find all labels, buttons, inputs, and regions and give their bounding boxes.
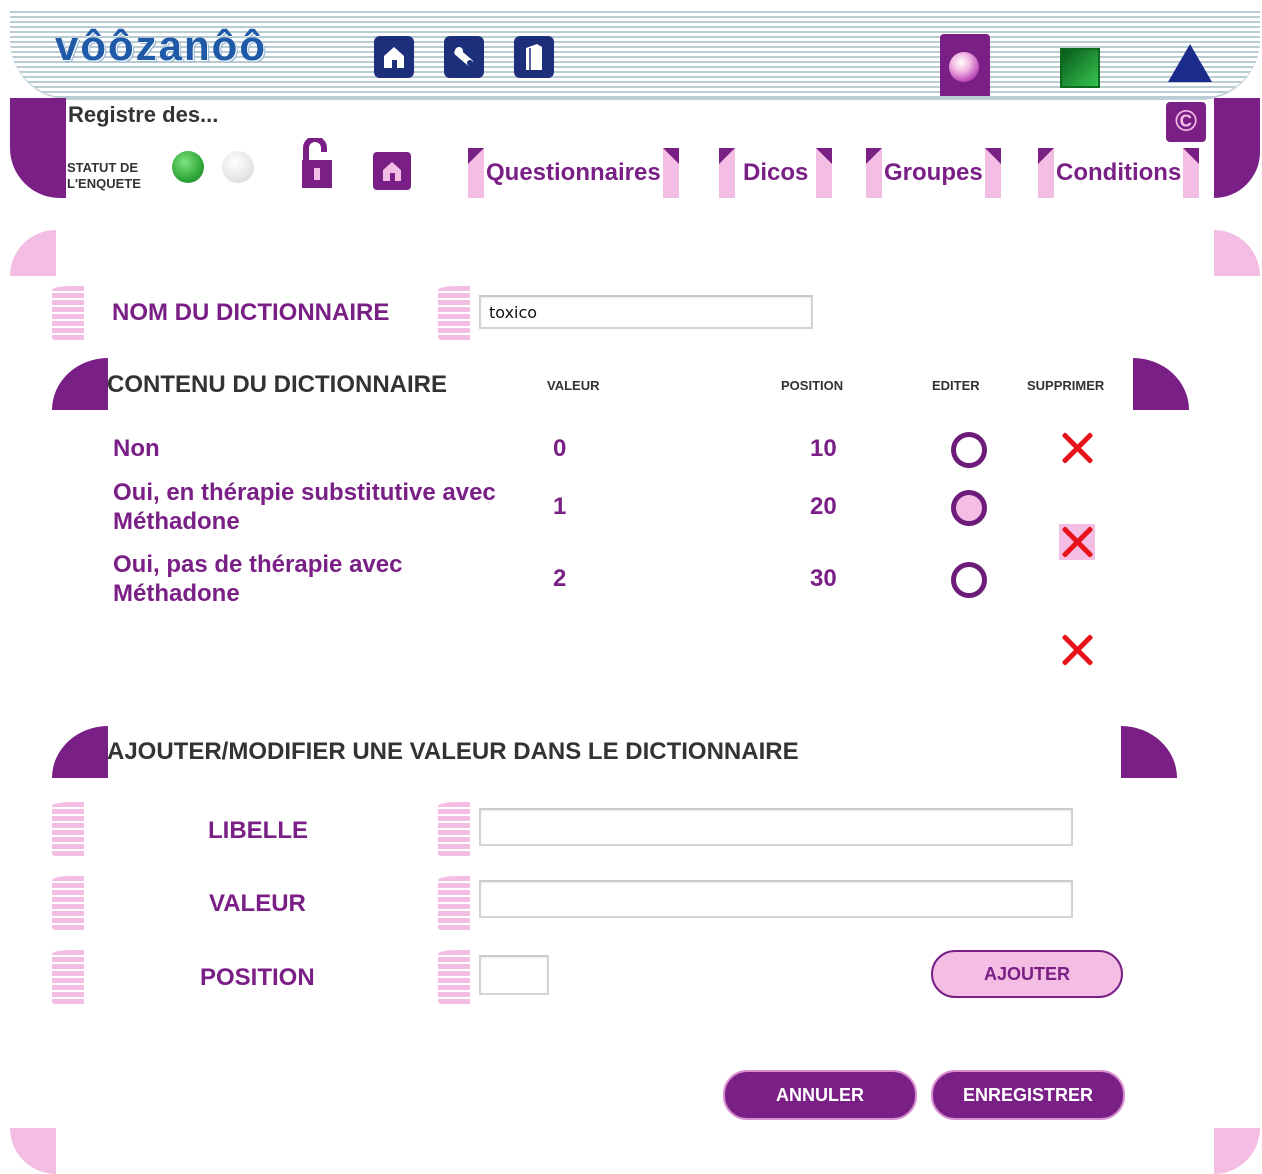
column-header-valeur: VALEUR <box>547 378 600 393</box>
status-label: STATUT DE L'ENQUETE <box>67 160 167 192</box>
corner-decoration <box>1214 230 1260 276</box>
enregistrer-button[interactable]: ENREGISTRER <box>931 1070 1125 1120</box>
status-label-line2: L'ENQUETE <box>67 176 141 191</box>
home-small-icon[interactable] <box>373 152 411 190</box>
position-input[interactable] <box>479 955 549 995</box>
section-corner-right <box>1133 358 1189 410</box>
dictionary-name-label: NOM DU DICTIONNAIRE <box>112 299 390 326</box>
status-green-dot[interactable] <box>172 151 204 183</box>
row-label-line2: Méthadone <box>113 508 240 535</box>
tab-flag-right <box>984 148 1001 198</box>
delete-icon[interactable] <box>1059 524 1095 560</box>
row-valeur: 2 <box>553 565 567 592</box>
delete-icon[interactable] <box>1059 632 1095 668</box>
ajouter-button[interactable]: AJOUTER <box>931 950 1123 998</box>
row-position: 30 <box>810 565 837 592</box>
form-section-title: AJOUTER/MODIFIER UNE VALEUR DANS LE DICT… <box>107 738 799 765</box>
stripe-decoration <box>52 802 84 858</box>
dictionary-name-input[interactable]: toxico <box>479 295 813 329</box>
tab-questionnaires[interactable]: Questionnaires <box>468 148 679 198</box>
stripe-decoration <box>438 286 470 342</box>
unlock-icon[interactable] <box>300 136 334 190</box>
delete-icon[interactable] <box>1059 430 1095 466</box>
table-row-label: Non <box>113 434 160 463</box>
libelle-input[interactable] <box>479 808 1073 846</box>
purple-ball-icon[interactable] <box>949 52 979 82</box>
edit-icon[interactable] <box>951 490 987 526</box>
logo[interactable]: vôôzanôô <box>55 22 267 70</box>
tab-flag-left <box>719 148 735 198</box>
tab-flag-right <box>816 148 833 198</box>
row-label-line1: Oui, en thérapie substitutive avec <box>113 479 496 506</box>
libelle-label: LIBELLE <box>208 817 308 844</box>
column-header-editer: EDITER <box>932 378 980 393</box>
edit-icon[interactable] <box>951 432 987 468</box>
tab-conditions[interactable]: Conditions <box>1038 148 1200 198</box>
page-title: Registre des... <box>68 102 219 127</box>
tab-flag-left <box>1038 148 1054 198</box>
row-label-line1: Non <box>113 435 160 462</box>
section-corner-right <box>1121 726 1177 778</box>
status-grey-dot[interactable] <box>222 151 254 183</box>
tab-label: Groupes <box>884 159 983 186</box>
left-strip <box>10 98 66 198</box>
tab-label: Questionnaires <box>486 159 661 186</box>
section-corner-left <box>52 726 108 778</box>
status-label-line1: STATUT DE <box>67 160 139 175</box>
tab-dicos[interactable]: Dicos <box>719 148 833 198</box>
tab-groupes[interactable]: Groupes <box>866 148 1001 198</box>
section-corner-left <box>52 358 108 410</box>
row-label-line2: Méthadone <box>113 580 240 607</box>
column-header-supprimer: SUPPRIMER <box>1027 378 1105 393</box>
edit-icon[interactable] <box>951 562 987 598</box>
stripe-decoration <box>52 876 84 932</box>
content-section-title: CONTENU DU DICTIONNAIRE <box>107 371 447 398</box>
valeur-input[interactable] <box>479 880 1073 918</box>
row-position: 10 <box>810 435 837 462</box>
row-valeur: 1 <box>553 493 567 520</box>
stripe-decoration <box>52 950 84 1006</box>
table-row-label: Oui, pas de thérapie avec Méthadone <box>113 550 402 608</box>
corner-decoration <box>1214 1128 1260 1174</box>
position-label: POSITION <box>200 964 315 991</box>
stripe-decoration <box>438 950 470 1006</box>
annuler-button[interactable]: ANNULER <box>723 1070 917 1120</box>
table-row-label: Oui, en thérapie substitutive avec Métha… <box>113 478 496 536</box>
row-valeur: 0 <box>553 435 567 462</box>
blue-triangle-icon[interactable] <box>1168 44 1212 82</box>
corner-decoration <box>10 230 56 276</box>
tab-label: Dicos <box>743 159 809 186</box>
row-label-line1: Oui, pas de thérapie avec <box>113 551 403 578</box>
tab-flag-right <box>1183 148 1200 198</box>
valeur-label: VALEUR <box>209 890 306 917</box>
stripe-decoration <box>438 802 470 858</box>
tab-flag-right <box>662 148 679 198</box>
green-square-icon[interactable] <box>1060 48 1100 88</box>
tab-label: Conditions <box>1056 159 1182 186</box>
column-header-position: POSITION <box>781 378 844 393</box>
tab-flag-left <box>866 148 882 198</box>
copyright-icon[interactable]: © <box>1166 102 1206 142</box>
tab-flag-left <box>468 148 484 198</box>
home-icon[interactable] <box>374 36 414 78</box>
tools-icon[interactable] <box>444 36 484 78</box>
corner-decoration <box>10 1128 56 1174</box>
right-strip <box>1214 98 1260 198</box>
row-position: 20 <box>810 493 837 520</box>
stripe-decoration <box>52 286 84 342</box>
stripe-decoration <box>438 876 470 932</box>
book-icon[interactable] <box>514 36 554 78</box>
